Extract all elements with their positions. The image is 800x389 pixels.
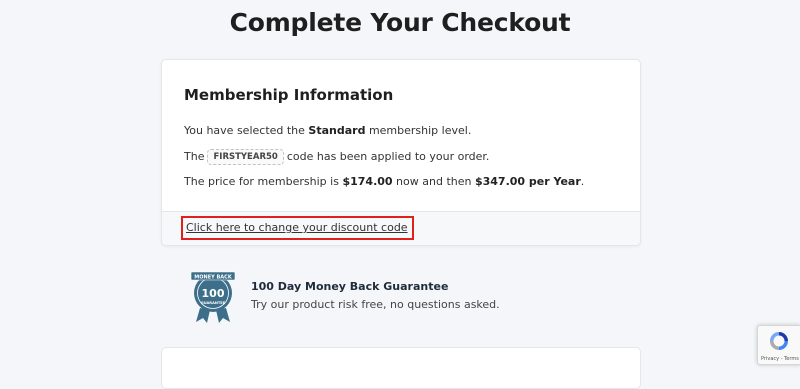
page-title: Complete Your Checkout	[229, 8, 571, 37]
initial-price: $174.00	[342, 175, 393, 188]
membership-card: Membership Information You have selected…	[161, 59, 641, 246]
discount-code-chip: FIRSTYEAR50	[207, 149, 284, 165]
guarantee-section: MONEY BACK 100 GUARANTEE 100 Day Money B…	[188, 268, 518, 324]
recaptcha-links[interactable]: Privacy - Terms	[761, 356, 799, 362]
guarantee-text: Try our product risk free, no questions …	[251, 298, 500, 311]
selected-level-text: You have selected the Standard membershi…	[184, 124, 472, 137]
svg-text:MONEY BACK: MONEY BACK	[194, 274, 233, 280]
guarantee-title: 100 Day Money Back Guarantee	[251, 280, 449, 293]
recaptcha-icon	[770, 332, 788, 350]
card-footer: Click here to change your discount code	[162, 211, 640, 245]
recaptcha-widget[interactable]: Privacy - Terms	[757, 325, 800, 365]
price-text: The price for membership is $174.00 now …	[184, 175, 585, 188]
svg-text:GUARANTEE: GUARANTEE	[201, 301, 226, 305]
change-discount-code-link[interactable]: Click here to change your discount code	[181, 216, 414, 240]
money-back-badge-icon: MONEY BACK 100 GUARANTEE	[190, 271, 236, 323]
membership-heading: Membership Information	[184, 86, 394, 104]
discount-applied-text: The FIRSTYEAR50 code has been applied to y…	[184, 149, 490, 165]
next-card	[161, 347, 641, 389]
membership-level: Standard	[308, 124, 366, 137]
recurring-price: $347.00 per Year	[474, 175, 581, 188]
svg-text:100: 100	[202, 287, 225, 300]
